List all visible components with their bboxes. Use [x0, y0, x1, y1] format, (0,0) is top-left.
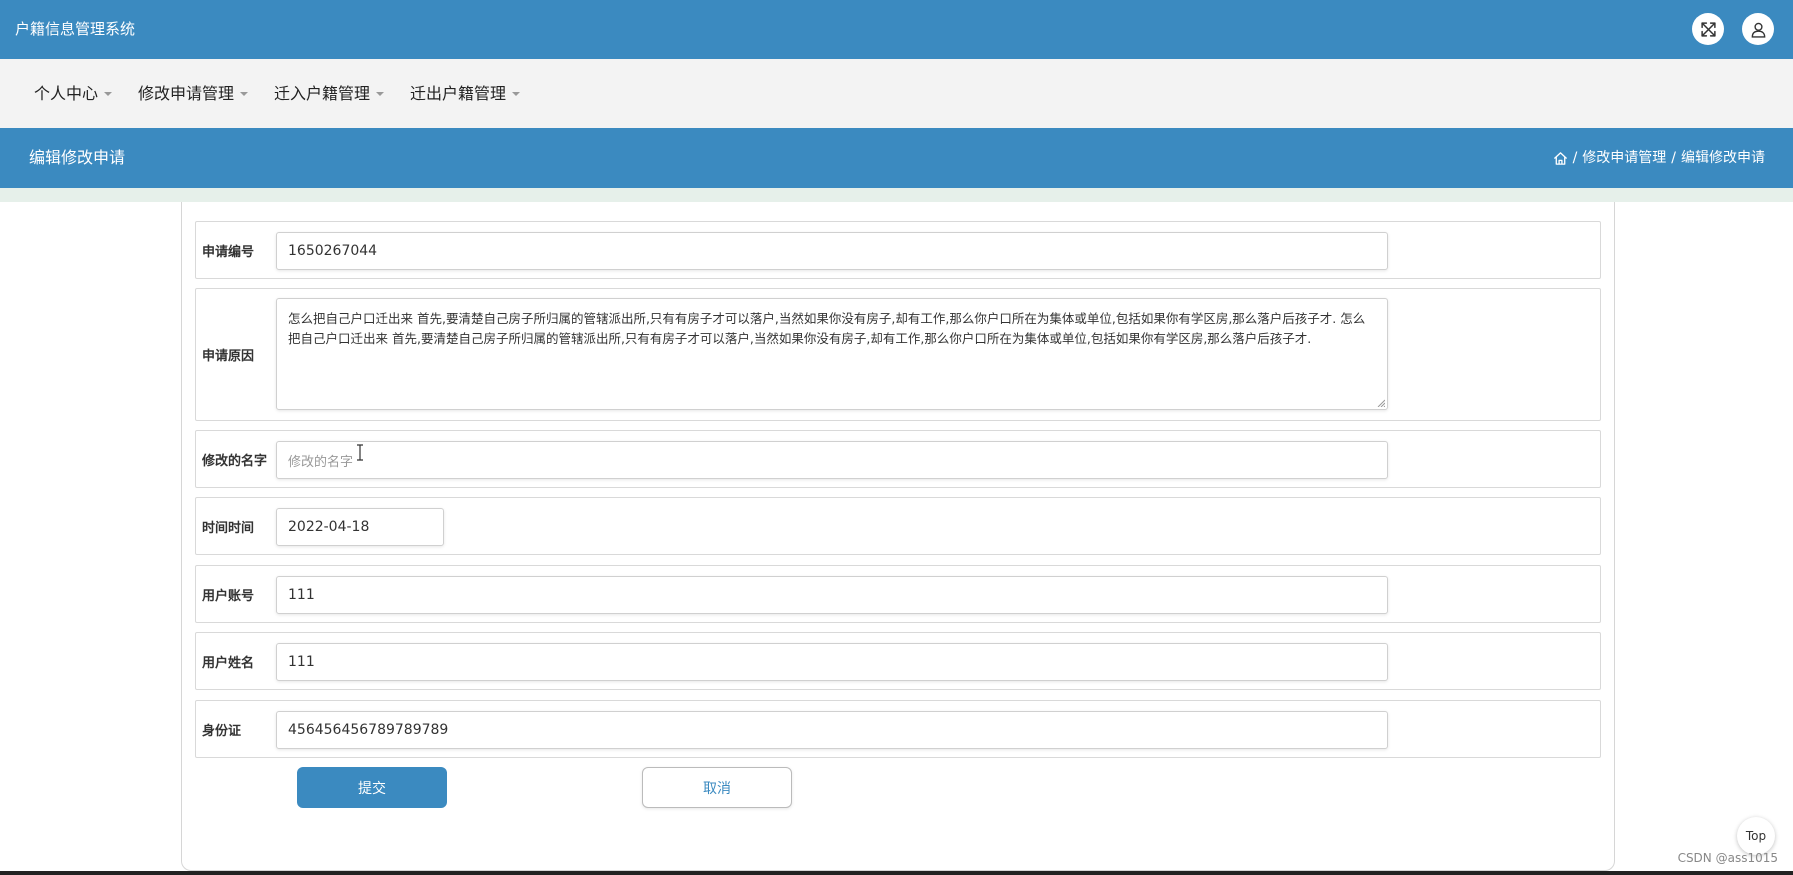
resize-grip-icon[interactable]: [1377, 399, 1385, 407]
user-menu-button[interactable]: [1742, 13, 1774, 45]
nav-item-modify-application[interactable]: 修改申请管理: [138, 59, 249, 128]
nav-item-personal-center[interactable]: 个人中心: [34, 59, 113, 128]
reason-label: 申请原因: [202, 349, 255, 364]
nav-item-move-out[interactable]: 迁出户籍管理: [410, 59, 521, 128]
form-row-user-name: 用户姓名 111: [195, 632, 1601, 690]
user-account-input[interactable]: 111: [276, 576, 1388, 614]
form-row-user-account: 用户账号 111: [195, 565, 1601, 623]
caret-down-icon: [104, 92, 113, 96]
fullscreen-button[interactable]: [1692, 13, 1724, 45]
form-row-id-card: 身份证 456456456789789789: [195, 700, 1601, 758]
text-cursor-icon: [357, 444, 363, 461]
title-bottom-strip: [0, 188, 1793, 202]
nav-item-move-in[interactable]: 迁入户籍管理: [274, 59, 385, 128]
breadcrumb-separator: /: [1671, 150, 1676, 166]
reason-text: 怎么把自己户口迁出来 首先,要清楚自己房子所归属的管辖派出所,只有有房子才可以落…: [288, 311, 1366, 346]
form-row-application-no: 申请编号 1650267044: [195, 221, 1601, 279]
user-icon: [1751, 22, 1765, 38]
fullscreen-icon: [1700, 21, 1716, 37]
home-icon[interactable]: [1553, 151, 1568, 166]
bottom-edge: [0, 871, 1793, 875]
user-account-label: 用户账号: [202, 588, 255, 604]
form-row-time: 时间时间 2022-04-18: [195, 497, 1601, 555]
form-row-reason: 申请原因 怎么把自己户口迁出来 首先,要清楚自己房子所归属的管辖派出所,只有有房…: [195, 288, 1601, 421]
cancel-button[interactable]: 取消: [642, 767, 792, 808]
time-label: 时间时间: [202, 520, 255, 536]
caret-down-icon: [240, 92, 249, 96]
time-date-input[interactable]: 2022-04-18: [276, 508, 444, 546]
breadcrumb-section[interactable]: 修改申请管理: [1582, 128, 1666, 188]
app-title: 户籍信息管理系统: [15, 20, 136, 38]
id-card-label: 身份证: [202, 723, 242, 739]
id-card-input[interactable]: 456456456789789789: [276, 711, 1388, 749]
form-row-new-name: 修改的名字 修改的名字: [195, 430, 1601, 488]
page-title: 编辑修改申请: [29, 148, 126, 167]
back-to-top-button[interactable]: Top: [1737, 817, 1775, 855]
new-name-input[interactable]: 修改的名字: [276, 441, 1388, 479]
submit-button[interactable]: 提交: [297, 767, 447, 808]
application-no-input[interactable]: 1650267044: [276, 232, 1388, 270]
top-header: 户籍信息管理系统: [0, 0, 1793, 59]
watermark: CSDN @ass1015: [1677, 851, 1778, 865]
reason-textarea[interactable]: 怎么把自己户口迁出来 首先,要清楚自己房子所归属的管辖派出所,只有有房子才可以落…: [276, 298, 1388, 410]
user-name-input[interactable]: 111: [276, 643, 1388, 681]
application-no-label: 申请编号: [202, 244, 255, 260]
caret-down-icon: [512, 92, 521, 96]
new-name-label: 修改的名字: [202, 453, 268, 469]
caret-down-icon: [376, 92, 385, 96]
main-nav: 个人中心 修改申请管理 迁入户籍管理 迁出户籍管理: [0, 59, 1793, 128]
breadcrumb: / 修改申请管理 / 编辑修改申请: [1553, 128, 1765, 188]
page-title-bar: 编辑修改申请 / 修改申请管理 / 编辑修改申请: [0, 128, 1793, 188]
breadcrumb-current: 编辑修改申请: [1681, 150, 1765, 166]
user-name-label: 用户姓名: [202, 655, 255, 671]
breadcrumb-separator: /: [1572, 150, 1578, 166]
